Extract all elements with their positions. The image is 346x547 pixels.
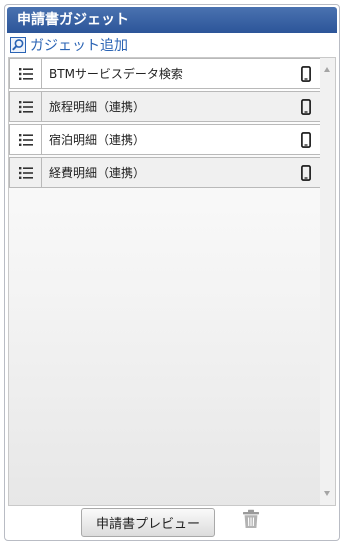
smartphone-icon[interactable] [291, 92, 321, 121]
add-gadget-label: ガジェット追加 [30, 38, 128, 54]
gadget-row[interactable]: 旅程明細（連携） [9, 91, 322, 122]
smartphone-icon[interactable] [291, 125, 321, 154]
gadget-list-area: BTMサービスデータ検索 旅程明細（連携） 宿泊明細（連携） 経費明細（連携） [8, 57, 336, 506]
gadget-row[interactable]: 経費明細（連携） [9, 157, 322, 188]
drag-handle-icon[interactable] [10, 92, 42, 121]
gadget-panel: 申請書ガジェット ガジェット追加 BTMサービスデータ検索 旅程明細（連携） 宿… [4, 4, 340, 541]
panel-footer: 申請書プレビュー [5, 506, 339, 540]
drag-handle-icon[interactable] [10, 59, 42, 88]
add-gadget-link[interactable]: ガジェット追加 [10, 35, 128, 55]
vertical-scrollbar[interactable] [320, 58, 335, 505]
preview-button[interactable]: 申請書プレビュー [81, 508, 215, 537]
scroll-up-arrow-icon[interactable] [324, 67, 330, 72]
gadget-label: 旅程明細（連携） [49, 100, 146, 114]
smartphone-icon[interactable] [291, 158, 321, 187]
gadget-label: 宿泊明細（連携） [49, 133, 146, 147]
drag-handle-icon[interactable] [10, 158, 42, 187]
search-icon [10, 37, 26, 53]
gadget-label: BTMサービスデータ検索 [49, 67, 183, 81]
scroll-down-arrow-icon[interactable] [324, 491, 330, 496]
gadget-label: 経費明細（連携） [49, 166, 146, 180]
drag-handle-icon[interactable] [10, 125, 42, 154]
gadget-row[interactable]: BTMサービスデータ検索 [9, 58, 322, 89]
trash-icon[interactable] [242, 509, 260, 529]
panel-title: 申請書ガジェット [7, 7, 337, 33]
smartphone-icon[interactable] [291, 59, 321, 88]
gadget-row[interactable]: 宿泊明細（連携） [9, 124, 322, 155]
gadget-list: BTMサービスデータ検索 旅程明細（連携） 宿泊明細（連携） 経費明細（連携） [9, 58, 322, 190]
